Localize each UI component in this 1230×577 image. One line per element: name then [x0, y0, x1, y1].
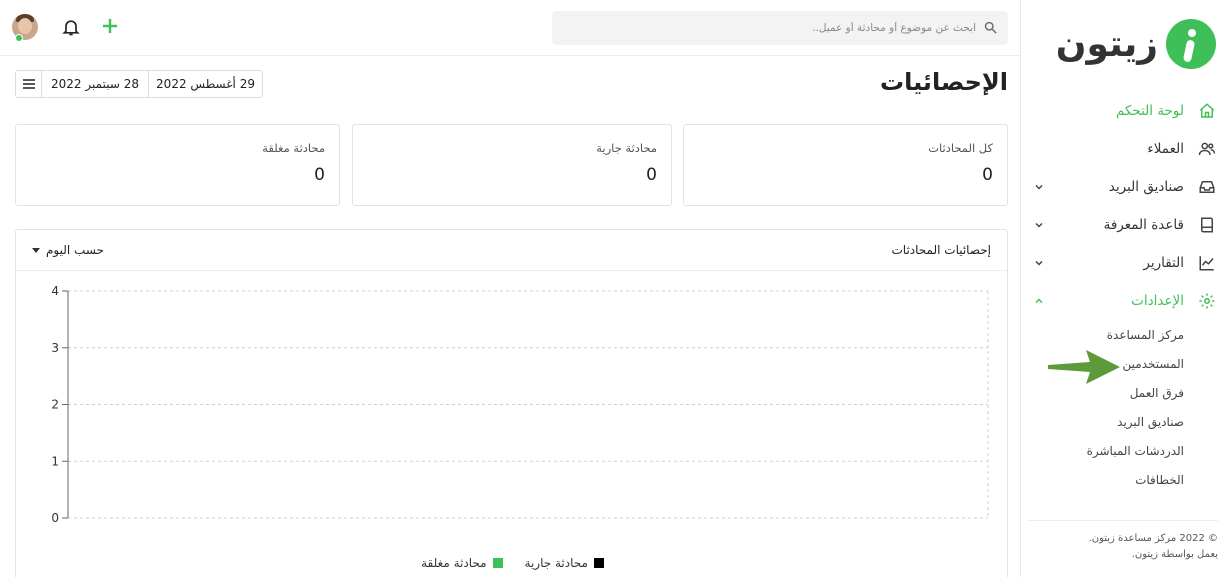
legend-label: محادثة جارية	[524, 556, 588, 570]
chevron-down-icon[interactable]	[1032, 180, 1046, 194]
brand-logo-icon	[1166, 19, 1216, 69]
stat-card-ongoing: محادثة جارية 0	[352, 124, 672, 206]
chevron-down-icon[interactable]	[1032, 256, 1046, 270]
legend-item[interactable]: محادثة جارية	[525, 556, 604, 570]
sidebar-item-dashboard[interactable]: لوحة التحكم	[1020, 92, 1230, 130]
submenu-mailboxes[interactable]: صناديق البريد	[1020, 407, 1184, 436]
chart-legend: محادثة جارية محادثة مغلقة	[16, 556, 1009, 570]
search-bar[interactable]	[552, 11, 1008, 45]
legend-label: محادثة مغلقة	[421, 556, 487, 570]
sidebar-item-label: لوحة التحكم	[1115, 103, 1184, 119]
y-tick-label: 1	[51, 454, 59, 468]
book-icon	[1196, 214, 1218, 236]
settings-submenu: مركز المساعدة المستخدمين فرق العمل صنادي…	[1020, 320, 1230, 494]
gear-icon	[1196, 290, 1218, 312]
chevron-down-icon[interactable]	[1032, 218, 1046, 232]
sidebar-item-knowledge-base[interactable]: قاعدة المعرفة	[1020, 206, 1230, 244]
powered-by-text: يعمل بواسطة زيتون.	[1131, 549, 1218, 560]
sidebar: زيتون لوحة التحكم العملاء صناديق البريد	[1020, 0, 1230, 577]
users-icon	[1196, 138, 1218, 160]
menu-icon[interactable]	[16, 71, 42, 97]
stat-value: 0	[646, 165, 657, 185]
sidebar-item-label: التقارير	[1143, 255, 1184, 271]
bell-icon[interactable]	[61, 17, 81, 37]
stat-value: 0	[314, 165, 325, 185]
period-label: حسب اليوم	[46, 243, 104, 257]
stat-label: محادثة مغلقة	[262, 141, 325, 155]
y-tick-label: 2	[51, 398, 59, 412]
plus-icon[interactable]	[100, 16, 120, 36]
conversations-chart: 0 1 2 3 4	[51, 284, 989, 525]
brand-logo[interactable]: زيتون	[1046, 14, 1216, 74]
legend-swatch	[492, 558, 503, 568]
submenu-live-chats[interactable]: الدردشات المباشرة	[1020, 436, 1184, 465]
date-range-picker[interactable]: 28 سبتمبر 2022 29 أغسطس 2022	[15, 70, 263, 98]
annotation-arrow-icon	[1048, 350, 1120, 384]
stat-card-closed: محادثة مغلقة 0	[15, 124, 340, 206]
brand-name: زيتون	[1055, 23, 1158, 65]
topbar	[0, 0, 1020, 56]
search-icon	[982, 20, 998, 36]
sidebar-footer: © 2022 مركز مساعدة زيتون. يعمل بواسطة زي…	[1028, 520, 1218, 563]
sidebar-item-mailboxes[interactable]: صناديق البريد	[1020, 168, 1230, 206]
home-icon	[1196, 100, 1218, 122]
y-tick-label: 3	[51, 341, 59, 355]
legend-swatch	[593, 558, 604, 568]
conversation-stats-panel: إحصائيات المحادثات حسب اليوم 0 1 2 3 4 محادث…	[15, 229, 1008, 577]
date-to[interactable]: 28 سبتمبر 2022	[42, 71, 149, 97]
stat-value: 0	[982, 165, 993, 185]
chevron-up-icon[interactable]	[1032, 294, 1046, 308]
sidebar-item-settings[interactable]: الإعدادات	[1020, 282, 1230, 320]
sidebar-nav: لوحة التحكم العملاء صناديق البريد قاعدة …	[1020, 92, 1230, 494]
panel-title: إحصائيات المحادثات	[891, 243, 991, 257]
search-input[interactable]	[576, 22, 976, 34]
date-from[interactable]: 29 أغسطس 2022	[149, 71, 262, 97]
sidebar-item-label: الإعدادات	[1131, 293, 1184, 309]
period-dropdown[interactable]: حسب اليوم	[32, 243, 104, 257]
stat-label: محادثة جارية	[596, 141, 657, 155]
sidebar-item-label: قاعدة المعرفة	[1103, 217, 1184, 233]
panel-header: إحصائيات المحادثات حسب اليوم	[16, 230, 1007, 271]
online-status-icon	[15, 34, 23, 42]
page-title: الإحصائيات	[880, 68, 1008, 96]
y-tick-label: 0	[51, 511, 59, 525]
y-tick-label: 4	[51, 284, 59, 298]
stat-card-all: كل المحادثات 0	[683, 124, 1008, 206]
inbox-icon	[1196, 176, 1218, 198]
sidebar-item-reports[interactable]: التقارير	[1020, 244, 1230, 282]
submenu-webhooks[interactable]: الخطافات	[1020, 465, 1184, 494]
sidebar-item-label: صناديق البريد	[1108, 179, 1184, 195]
chart-line-icon	[1196, 252, 1218, 274]
sidebar-item-customers[interactable]: العملاء	[1020, 130, 1230, 168]
copyright-text: © 2022 مركز مساعدة زيتون.	[1088, 533, 1218, 544]
stat-label: كل المحادثات	[928, 141, 993, 155]
caret-down-icon	[32, 247, 40, 253]
legend-item[interactable]: محادثة مغلقة	[421, 556, 503, 570]
submenu-help-center[interactable]: مركز المساعدة	[1020, 320, 1184, 349]
sidebar-item-label: العملاء	[1147, 141, 1184, 157]
